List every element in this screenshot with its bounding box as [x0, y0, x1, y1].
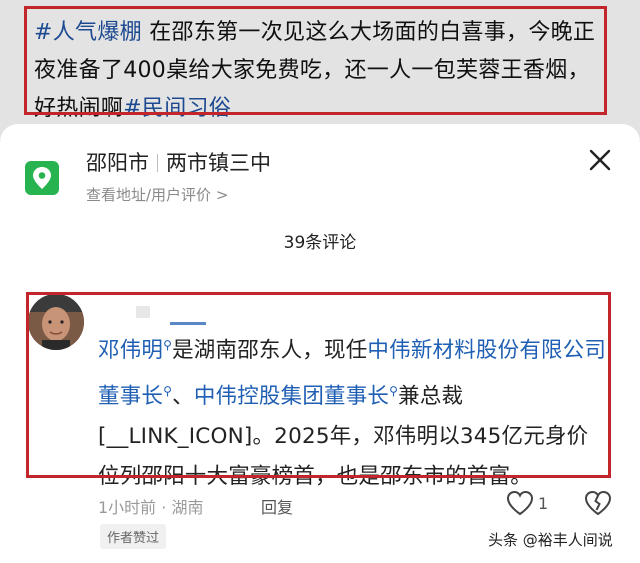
highlight-box — [24, 6, 607, 115]
highlight-box — [26, 292, 611, 478]
heart-icon[interactable] — [506, 490, 534, 520]
author-liked-badge: 作者赞过 — [100, 524, 167, 549]
watermark: 头条 @裕丰人间说 — [488, 531, 613, 549]
comment-meta: 1小时前 · 湖南 — [98, 498, 204, 517]
reply-button[interactable]: 回复 — [261, 494, 293, 518]
broken-heart-icon[interactable] — [584, 490, 612, 520]
like-count: 1 — [538, 494, 549, 513]
